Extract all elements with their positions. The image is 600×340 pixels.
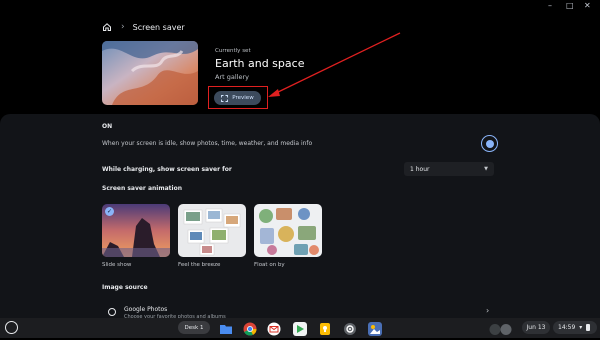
date-tray[interactable]: Jun 13	[522, 321, 550, 334]
charging-duration-label: While charging, show screen saver for	[102, 166, 232, 173]
animation-label-float-on-by: Float on by	[254, 262, 285, 268]
animation-card-feel-the-breeze[interactable]	[178, 204, 246, 257]
on-label: ON	[102, 123, 113, 130]
photos-icon[interactable]	[368, 321, 382, 336]
breadcrumb-separator: ›	[121, 22, 125, 32]
animation-card-float-on-by[interactable]	[254, 204, 322, 257]
keep-icon[interactable]	[318, 321, 332, 335]
files-icon[interactable]	[219, 321, 233, 335]
current-title: Earth and space	[215, 57, 305, 70]
animation-label-feel-the-breeze: Feel the breeze	[178, 262, 221, 268]
currently-set-label: Currently set	[215, 48, 251, 54]
screensaver-toggle[interactable]	[481, 135, 498, 152]
breadcrumb: › Screen saver	[101, 20, 185, 34]
launcher-button[interactable]	[5, 321, 18, 334]
dropdown-arrow-icon: ▼	[484, 166, 488, 172]
image-source-label: Image source	[102, 284, 148, 291]
maximize-icon[interactable]: □	[566, 2, 574, 10]
desk-button[interactable]: Desk 1	[178, 321, 210, 334]
highlight-box	[208, 86, 268, 109]
battery-icon	[586, 324, 591, 331]
animation-label-slide-show: Slide show	[102, 262, 132, 268]
current-screensaver-thumbnail[interactable]	[102, 41, 198, 105]
toggle-knob	[485, 139, 494, 148]
current-subtitle: Art gallery	[215, 73, 249, 81]
chrome-icon[interactable]	[243, 321, 257, 336]
google-photos-radio[interactable]	[108, 308, 116, 316]
page-title: Screen saver	[132, 22, 185, 32]
settings-icon[interactable]	[343, 321, 357, 335]
clock: 14:59	[558, 324, 576, 331]
wifi-icon: ▾	[579, 324, 583, 331]
gmail-icon[interactable]	[267, 321, 281, 336]
charging-duration-select[interactable]: 1 hour ▼	[404, 162, 494, 176]
title-bar: – □ ✕	[0, 0, 600, 12]
animation-label: Screen saver animation	[102, 185, 182, 192]
google-photos-label[interactable]: Google Photos	[124, 306, 167, 313]
settings-window: – □ ✕ › Screen saver Currently set Earth…	[0, 0, 600, 320]
select-value: 1 hour	[410, 165, 430, 173]
status-tray[interactable]: 14:59 ▾	[553, 321, 597, 334]
selected-check-icon: ✓	[105, 207, 114, 216]
stylus-palette[interactable]	[488, 321, 518, 335]
play-store-icon[interactable]	[293, 321, 307, 336]
close-icon[interactable]: ✕	[584, 2, 591, 10]
chevron-right-icon[interactable]: ›	[486, 306, 489, 315]
home-icon[interactable]	[101, 21, 113, 33]
minimize-icon[interactable]: –	[548, 2, 552, 10]
on-description: When your screen is idle, show photos, t…	[102, 140, 313, 147]
